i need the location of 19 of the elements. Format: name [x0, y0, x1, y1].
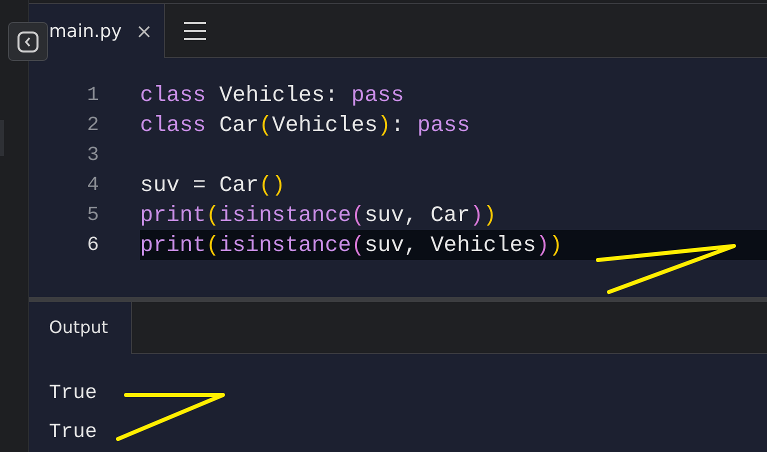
back-button[interactable] — [8, 22, 48, 61]
code-line: print(isinstance(suv, Car)) — [140, 202, 496, 228]
output-tab[interactable]: Output — [29, 302, 132, 354]
code-line: class Vehicles: pass — [140, 82, 404, 108]
code-line: class Car(Vehicles): pass — [140, 112, 470, 138]
close-icon[interactable]: × — [136, 19, 153, 43]
line-number: 5 — [86, 204, 99, 226]
line-number: 6 — [86, 234, 99, 256]
line-number: 2 — [86, 114, 99, 136]
output-line: True — [49, 421, 98, 444]
menu-icon[interactable] — [183, 20, 207, 40]
output-line: True — [49, 382, 98, 405]
line-number: 1 — [86, 84, 99, 106]
code-line: print(isinstance(suv, Vehicles)) — [140, 232, 562, 258]
chevron-left-icon — [17, 30, 39, 52]
line-number: 3 — [86, 144, 99, 166]
file-tab[interactable]: main.py × — [29, 4, 165, 58]
code-line: suv = Car() — [140, 172, 286, 198]
line-number: 4 — [86, 174, 99, 196]
